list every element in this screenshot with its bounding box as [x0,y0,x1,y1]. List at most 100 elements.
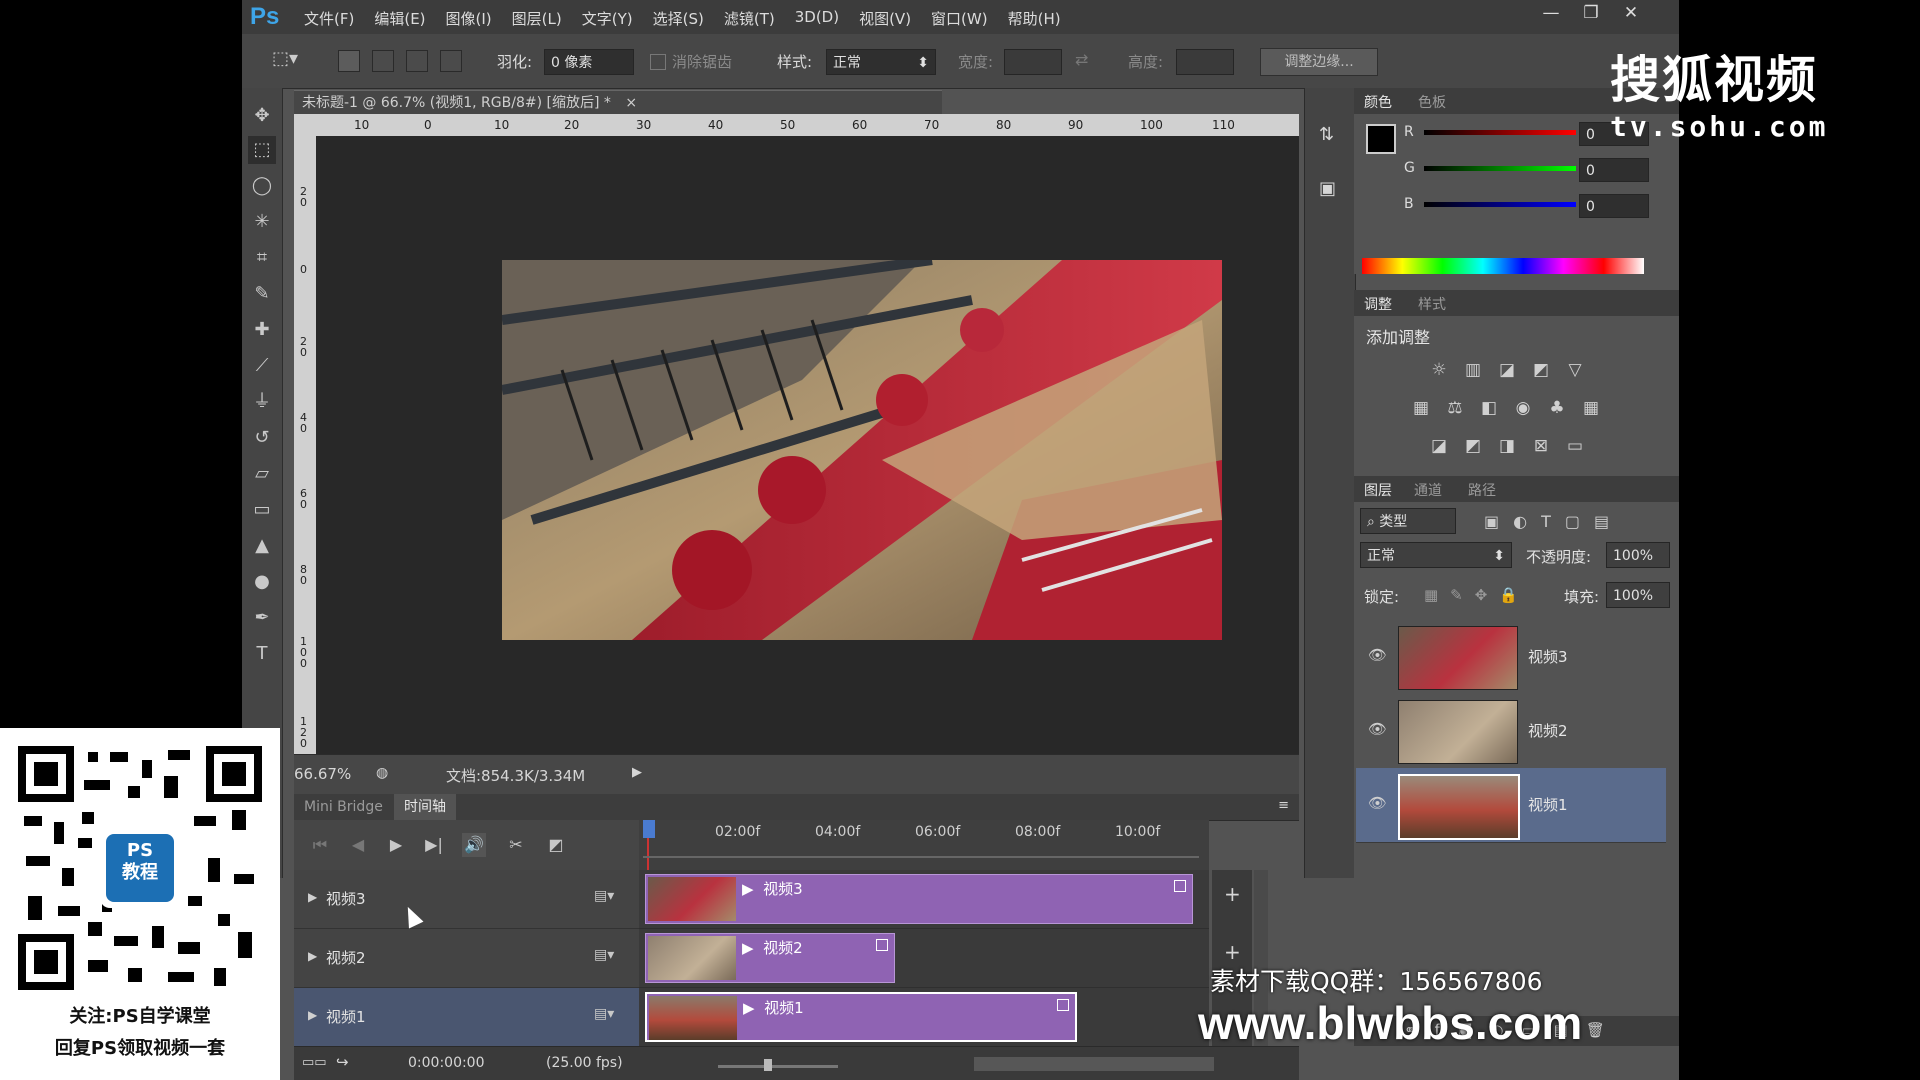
fill-input[interactable]: 100% [1606,582,1670,608]
red-slider[interactable] [1424,130,1576,135]
crop-tool-icon[interactable]: ⌗ [248,244,276,272]
levels-icon[interactable]: ▥ [1462,360,1484,380]
add-media-icon[interactable]: + [1224,882,1241,906]
history-brush-tool-icon[interactable]: ↺ [248,424,276,452]
track-row[interactable]: ▶ 视频3 ▤▾ [294,870,639,929]
minimize-button[interactable]: — [1532,3,1570,27]
brush-tool-icon[interactable]: ⟋ [248,352,276,380]
add-media-icon[interactable]: + [1224,940,1241,964]
layer-filter-select[interactable]: ⌕ 类型 [1360,508,1456,534]
visibility-eye-icon[interactable]: 👁 [1368,646,1387,664]
vibrance-icon[interactable]: ▽ [1564,360,1586,380]
height-input[interactable] [1176,49,1234,75]
video-clip[interactable]: ▶ 视频2 [645,933,895,983]
posterize-icon[interactable]: ◩ [1462,436,1484,456]
track-expand-icon[interactable]: ▶ [308,1008,317,1022]
document-tab[interactable]: 未标题-1 @ 66.7% (视频1, RGB/8#) [缩放后] * × [294,90,942,115]
photo-filter-icon[interactable]: ◉ [1512,398,1534,418]
new-selection-icon[interactable] [338,50,360,72]
green-slider[interactable] [1424,166,1576,171]
add-selection-icon[interactable] [372,50,394,72]
transition-icon[interactable]: ◩ [544,833,568,857]
opacity-input[interactable]: 100% [1606,542,1670,568]
playhead-icon[interactable] [643,820,655,838]
tab-color[interactable]: 颜色 [1364,92,1392,112]
blend-mode-select[interactable]: 正常 ⬍ [1360,542,1512,568]
menu-3d[interactable]: 3D(D) [795,8,839,29]
track-film-icon[interactable]: ▤▾ [594,888,614,904]
lock-icons[interactable]: ▦✎✥🔒 [1424,586,1530,604]
panel-menu-icon[interactable]: ≡ [1278,798,1289,813]
menu-help[interactable]: 帮助(H) [1008,8,1061,29]
tab-channels[interactable]: 通道 [1414,480,1442,500]
timeline-ruler[interactable]: 02:00f 04:00f 06:00f 08:00f 10:00f [639,820,1209,870]
marquee-preset-icon[interactable]: ⬚▾ [272,48,302,74]
layer-row-selected[interactable]: 👁 视频1 [1356,768,1666,843]
prev-frame-icon[interactable]: ◀ [346,833,370,857]
zoom-slider-thumb[interactable] [764,1059,772,1071]
visibility-eye-icon[interactable]: 👁 [1368,794,1387,812]
invert-icon[interactable]: ◪ [1428,436,1450,456]
close-button[interactable]: ✕ [1612,3,1650,27]
status-info-icon[interactable]: ◍ [376,765,388,781]
hue-saturation-icon[interactable]: ▦ [1410,398,1432,418]
swap-icon[interactable]: ⇄ [1075,50,1088,69]
menu-select[interactable]: 选择(S) [653,8,704,29]
tab-adjustments[interactable]: 调整 [1364,294,1392,314]
tab-paths[interactable]: 路径 [1468,480,1496,500]
menu-image[interactable]: 图像(I) [446,8,492,29]
gradient-tool-icon[interactable]: ▭ [248,496,276,524]
layer-filter-icons[interactable]: ▣◐T▢▤ [1484,512,1623,531]
tab-layers[interactable]: 图层 [1364,480,1392,500]
tab-swatches[interactable]: 色板 [1418,92,1446,112]
menu-type[interactable]: 文字(Y) [582,8,633,29]
layer-name[interactable]: 视频3 [1528,646,1568,667]
magic-wand-tool-icon[interactable]: ✳ [248,208,276,236]
timeline-h-scrollbar[interactable] [974,1057,1214,1071]
brightness-icon[interactable]: ☼ [1428,360,1450,380]
menu-layer[interactable]: 图层(L) [512,8,562,29]
properties-panel-icon[interactable]: ▣ [1319,178,1336,199]
render-icon[interactable]: ↪ [336,1053,349,1071]
visibility-eye-icon[interactable]: 👁 [1368,720,1387,738]
layer-row[interactable]: 👁 视频2 [1356,694,1666,769]
color-spectrum-bar[interactable] [1362,258,1644,274]
blur-tool-icon[interactable]: ▲ [248,532,276,560]
tab-mini-bridge[interactable]: Mini Bridge [294,794,393,820]
refine-edge-button[interactable]: 调整边缘... [1260,48,1378,76]
move-tool-icon[interactable]: ✥ [248,102,276,130]
foreground-color-swatch[interactable] [1366,124,1396,154]
tab-styles[interactable]: 样式 [1418,294,1446,314]
antialias-checkbox[interactable] [650,54,666,70]
curves-icon[interactable]: ◪ [1496,360,1518,380]
canvas-area[interactable] [316,136,1299,754]
pen-tool-icon[interactable]: ✒ [248,604,276,632]
clip-end-icon[interactable] [1174,880,1186,892]
color-balance-icon[interactable]: ⚖ [1444,398,1466,418]
play-icon[interactable]: ▶ [384,833,408,857]
history-panel-icon[interactable]: ⇅ [1319,124,1334,145]
healing-tool-icon[interactable]: ✚ [248,316,276,344]
split-scissors-icon[interactable]: ✂ [504,833,528,857]
layer-name[interactable]: 视频1 [1528,794,1568,815]
feather-input[interactable]: 0 像素 [544,49,634,75]
track-film-icon[interactable]: ▤▾ [594,1006,614,1022]
intersect-selection-icon[interactable] [440,50,462,72]
style-select[interactable]: 正常 ⬍ [826,49,936,75]
blue-slider[interactable] [1424,202,1576,207]
tab-timeline[interactable]: 时间轴 [394,794,456,820]
track-film-icon[interactable]: ▤▾ [594,947,614,963]
track-row-selected[interactable]: ▶ 视频1 ▤▾ [294,988,639,1047]
track-expand-icon[interactable]: ▶ [308,890,317,904]
video-frame-image[interactable] [502,260,1222,640]
exposure-icon[interactable]: ◩ [1530,360,1552,380]
go-first-frame-icon[interactable]: ⏮ [308,833,332,857]
width-input[interactable] [1004,49,1062,75]
clip-end-icon[interactable] [1057,999,1069,1011]
channel-mixer-icon[interactable]: ♣ [1546,398,1568,418]
track-expand-icon[interactable]: ▶ [308,949,317,963]
menu-edit[interactable]: 编辑(E) [374,8,425,29]
clip-end-icon[interactable] [876,939,888,951]
menu-filter[interactable]: 滤镜(T) [724,8,775,29]
type-tool-icon[interactable]: T [248,640,276,668]
